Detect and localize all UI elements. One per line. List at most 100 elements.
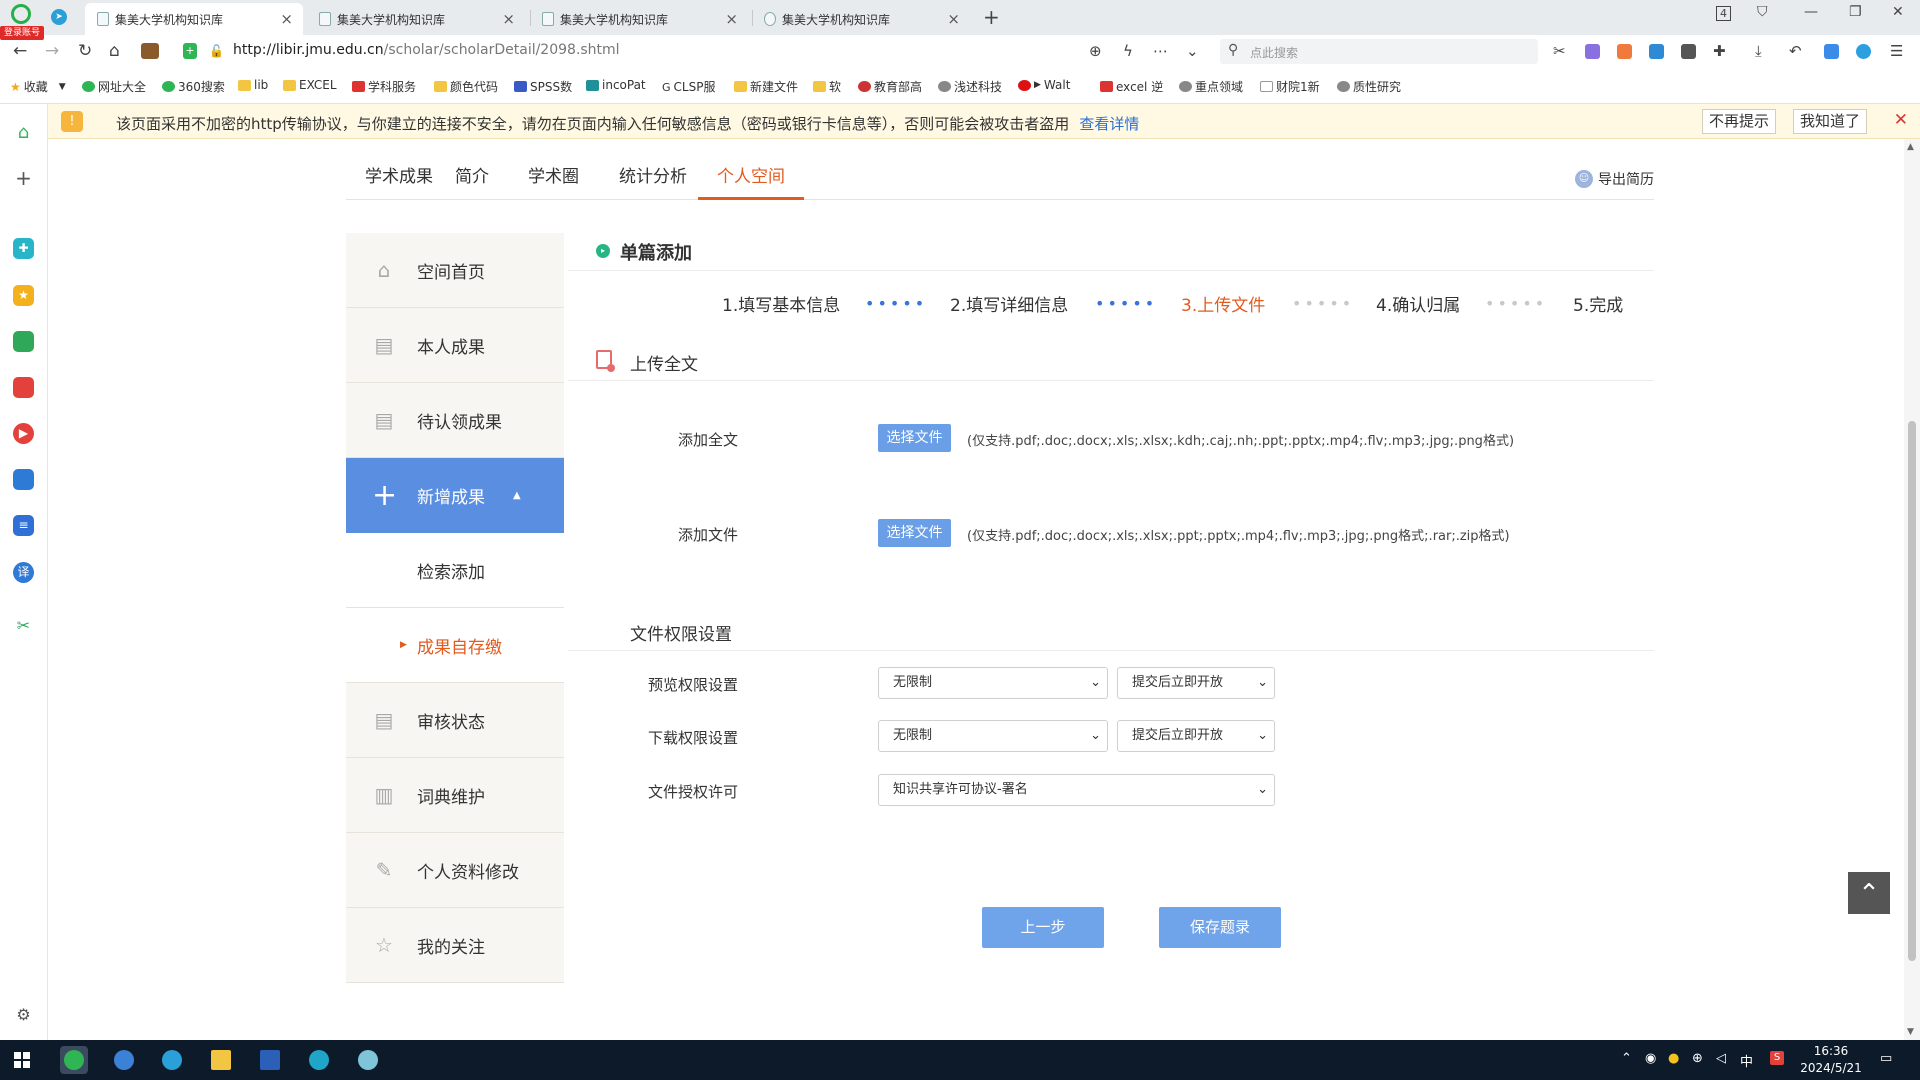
bookmark-item[interactable]: 学科服务 <box>352 78 416 95</box>
bookmark-item[interactable]: 360搜索 <box>162 78 225 95</box>
tab-count-badge[interactable]: 4 <box>1716 6 1731 21</box>
menu-item-dictionary[interactable]: ▥ 词典维护 <box>346 758 564 833</box>
screen-extension-icon[interactable] <box>1681 44 1696 59</box>
close-tab-icon[interactable]: × <box>502 10 515 28</box>
search-input[interactable]: ⚲ 点此搜索 <box>1220 39 1538 64</box>
volume-icon[interactable]: ◁ <box>1716 1051 1726 1066</box>
tray-expand-icon[interactable]: ⌃ <box>1621 1051 1632 1066</box>
skin-icon[interactable]: ⛉ <box>1757 4 1768 20</box>
close-window-icon[interactable]: ✕ <box>1892 4 1904 20</box>
tray-chrome-icon[interactable]: ◉ <box>1645 1051 1656 1066</box>
reload-icon[interactable]: ↻ <box>78 41 92 61</box>
url-field[interactable]: http://libir.jmu.edu.cn/scholar/scholarD… <box>233 42 620 58</box>
scissors-icon[interactable]: ✂ <box>13 615 34 636</box>
bookmark-item[interactable]: incoPat <box>586 78 646 92</box>
dont-remind-button[interactable]: 不再提示 <box>1702 109 1777 134</box>
close-tab-icon[interactable]: × <box>280 10 293 28</box>
preview-permission-select[interactable]: 无限制 ⌄ <box>878 667 1108 699</box>
translate-extension-icon[interactable] <box>1585 44 1600 59</box>
bookmark-item[interactable]: 软 <box>813 78 841 95</box>
login-badge[interactable]: 登录账号 <box>0 26 44 40</box>
video-ai-icon[interactable]: ▶ <box>13 423 34 444</box>
network-icon[interactable]: ⊕ <box>1692 1051 1703 1066</box>
new-tab-icon[interactable]: + <box>983 5 1000 29</box>
save-record-button[interactable]: 保存题录 <box>1159 907 1281 948</box>
bookmark-item[interactable]: 质性研究 <box>1337 78 1401 95</box>
taskbar-app-icon[interactable] <box>354 1046 382 1074</box>
bookmark-item[interactable]: ▶ Walt <box>1018 78 1070 92</box>
notification-icon[interactable]: ▭ <box>1880 1051 1892 1066</box>
submenu-item-self-deposit[interactable]: ▶ 成果自存缴 <box>346 608 564 683</box>
bookmark-item[interactable]: SPSS数 <box>514 78 572 95</box>
previous-step-button[interactable]: 上一步 <box>982 907 1104 948</box>
undo-icon[interactable]: ↶ <box>1789 42 1802 60</box>
submenu-item-search-add[interactable]: 检索添加 <box>346 533 564 608</box>
bookmark-item[interactable]: EXCEL <box>283 78 337 92</box>
browser-service-icon[interactable] <box>1856 44 1871 59</box>
back-icon[interactable]: ← <box>13 41 27 61</box>
menu-item-space-home[interactable]: ⌂ 空间首页 <box>346 233 564 308</box>
browser-tab[interactable]: 集美大学机构知识库 × <box>307 3 525 35</box>
browser-tab[interactable]: 集美大学机构知识库 × <box>752 3 970 35</box>
home-icon[interactable]: ⌂ <box>13 122 34 143</box>
office-extension-icon[interactable] <box>1649 44 1664 59</box>
bookmark-item[interactable]: 教育部高 <box>858 78 922 95</box>
menu-item-pending-claims[interactable]: ▤ 待认领成果 <box>346 383 564 458</box>
menu-item-my-follows[interactable]: ☆ 我的关注 <box>346 908 564 983</box>
scroll-down-icon[interactable]: ▼ <box>1907 1027 1914 1037</box>
taskbar-app-icon[interactable] <box>158 1046 186 1074</box>
bookmark-item[interactable]: 新建文件 <box>734 78 798 95</box>
chevron-down-icon[interactable]: ⌄ <box>1186 42 1199 60</box>
download-open-time-select[interactable]: 提交后立即开放 ⌄ <box>1117 720 1275 752</box>
lightning-icon[interactable]: ϟ <box>1123 42 1133 60</box>
view-details-link[interactable]: 查看详情 <box>1079 115 1139 133</box>
taskbar-browser-360-icon[interactable] <box>60 1046 88 1074</box>
medical-app-icon[interactable]: ✚ <box>13 238 34 259</box>
write-ai-icon[interactable] <box>13 469 34 490</box>
scrollbar-thumb[interactable] <box>1908 421 1916 961</box>
got-it-button[interactable]: 我知道了 <box>1793 109 1868 134</box>
bookmark-item[interactable]: excel 逆 <box>1100 78 1163 95</box>
taskbar-chrome-icon[interactable] <box>110 1046 138 1074</box>
nav-personal-space[interactable]: 个人空间 <box>698 162 804 200</box>
nav-statistics[interactable]: 统计分析 <box>600 162 706 200</box>
forward-icon[interactable]: → <box>45 41 59 61</box>
nav-academic-circle[interactable]: 学术圈 <box>509 162 598 200</box>
doc-ai-icon[interactable]: ≡ <box>13 515 34 536</box>
menu-item-edit-profile[interactable]: ✎ 个人资料修改 <box>346 833 564 908</box>
security-shield-icon[interactable]: + <box>183 43 197 59</box>
menu-icon[interactable]: ☰ <box>1890 42 1903 60</box>
choose-fulltext-button[interactable]: 选择文件 <box>878 424 951 452</box>
license-select[interactable]: 知识共享许可协议-署名 ⌄ <box>878 774 1275 806</box>
preview-open-time-select[interactable]: 提交后立即开放 ⌄ <box>1117 667 1275 699</box>
ime-indicator[interactable]: 中 <box>1740 1051 1753 1070</box>
bookmark-item[interactable]: 财院1新 <box>1260 78 1320 95</box>
bookmark-item[interactable]: G CLSP服 <box>662 78 715 95</box>
home-icon[interactable]: ⌂ <box>109 41 120 61</box>
insecure-lock-icon[interactable]: 🔓 <box>209 44 224 58</box>
taskbar-word-icon[interactable] <box>256 1046 284 1074</box>
menu-item-my-results[interactable]: ▤ 本人成果 <box>346 308 564 383</box>
taskbar-file-explorer-icon[interactable] <box>207 1046 235 1074</box>
browser-tab[interactable]: 集美大学机构知识库 × <box>85 3 303 35</box>
nav-intro[interactable]: 简介 <box>436 162 508 200</box>
download-icon[interactable]: ⤓ <box>1755 42 1762 60</box>
pdf-ai-icon[interactable] <box>13 377 34 398</box>
bookmark-item[interactable]: 颜色代码 <box>434 78 498 95</box>
zoom-icon[interactable]: ⊕ <box>1089 42 1102 60</box>
browser-tab[interactable]: 集美大学机构知识库 × <box>530 3 748 35</box>
wallet-icon[interactable] <box>141 43 159 59</box>
close-icon[interactable]: ✕ <box>1894 110 1908 130</box>
system-clock[interactable]: 16:36 2024/5/21 <box>1796 1043 1866 1077</box>
menu-item-review-status[interactable]: ▤ 审核状态 <box>346 683 564 758</box>
image-ai-icon[interactable] <box>13 331 34 352</box>
settings-icon[interactable]: ⚙ <box>13 1004 34 1025</box>
favorite-app-icon[interactable]: ★ <box>13 285 34 306</box>
back-to-top-button[interactable]: ⌃ <box>1848 872 1890 914</box>
sogou-ime-icon[interactable]: S <box>1770 1051 1784 1065</box>
bookmark-item[interactable]: 浅述科技 <box>938 78 1002 95</box>
game-extension-icon[interactable] <box>1617 44 1632 59</box>
menu-item-add-results[interactable]: + 新增成果 ▲ <box>346 458 564 533</box>
taskbar-edge-icon[interactable] <box>305 1046 333 1074</box>
export-resume-button[interactable]: ☺ 导出简历 <box>1575 169 1654 189</box>
